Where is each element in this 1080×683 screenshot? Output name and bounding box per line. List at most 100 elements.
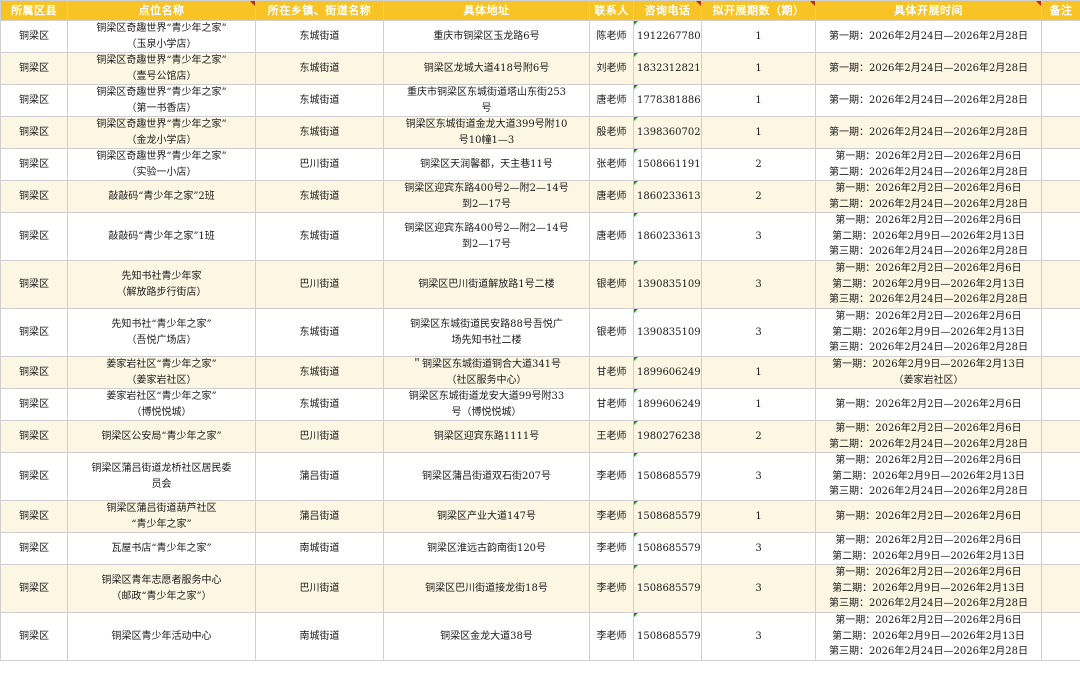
cell-point-name[interactable]: 铜梁区奇趣世界“青少年之家” （第一书香店） xyxy=(67,84,256,117)
cell-periods[interactable]: 3 xyxy=(701,260,816,309)
cell-phone[interactable]: 18602336135 xyxy=(633,212,702,261)
cell-point-name[interactable]: 敲敲码“青少年之家”2班 xyxy=(67,180,256,213)
cell-point-name[interactable]: 姜家岩社区“青少年之家” （姜家岩社区） xyxy=(67,356,256,389)
cell-point-name[interactable]: 敲敲码“青少年之家”1班 xyxy=(67,212,256,261)
cell-address[interactable]: 铜梁区淮远古韵南街120号 xyxy=(383,532,590,565)
cell-periods[interactable]: 2 xyxy=(701,420,816,453)
cell-district[interactable]: 铜梁区 xyxy=(0,420,68,453)
cell-phone[interactable]: 18602336135 xyxy=(633,180,702,213)
cell-district[interactable]: 铜梁区 xyxy=(0,116,68,149)
cell-note[interactable] xyxy=(1041,308,1080,357)
cell-district[interactable]: 铜梁区 xyxy=(0,260,68,309)
cell-times[interactable]: 第一期：2026年2月9日—2026年2月13日 （姜家岩社区） xyxy=(815,356,1042,389)
cell-phone[interactable]: 15086855799 xyxy=(633,532,702,565)
cell-point-name[interactable]: 姜家岩社区“青少年之家” （博悦悦城） xyxy=(67,388,256,421)
cell-district[interactable]: 铜梁区 xyxy=(0,500,68,533)
cell-address[interactable]: 铜梁区蒲吕街道双石街207号 xyxy=(383,452,590,501)
col-header-street[interactable]: 所在乡镇、街道名称 xyxy=(255,0,384,21)
cell-periods[interactable]: 3 xyxy=(701,532,816,565)
cell-phone[interactable]: 15086855799 xyxy=(633,500,702,533)
cell-district[interactable]: 铜梁区 xyxy=(0,532,68,565)
cell-point-name[interactable]: 铜梁区青年志愿者服务中心 （邮政“青少年之家”） xyxy=(67,564,256,613)
cell-street[interactable]: 南城街道 xyxy=(255,532,384,565)
cell-times[interactable]: 第一期：2026年2月24日—2026年2月28日 xyxy=(815,116,1042,149)
cell-note[interactable] xyxy=(1041,116,1080,149)
cell-note[interactable] xyxy=(1041,500,1080,533)
cell-contact[interactable]: 李老师 xyxy=(589,452,634,501)
col-header-district[interactable]: 所属区县 xyxy=(0,0,68,21)
cell-periods[interactable]: 2 xyxy=(701,148,816,181)
cell-phone[interactable]: 18996062491 xyxy=(633,356,702,389)
cell-phone[interactable]: 13908351090 xyxy=(633,260,702,309)
cell-periods[interactable]: 3 xyxy=(701,452,816,501)
cell-street[interactable]: 巴川街道 xyxy=(255,564,384,613)
cell-note[interactable] xyxy=(1041,356,1080,389)
cell-street[interactable]: 东城街道 xyxy=(255,356,384,389)
cell-point-name[interactable]: 铜梁区蒲吕街道龙桥社区居民委 员会 xyxy=(67,452,256,501)
cell-contact[interactable]: 银老师 xyxy=(589,308,634,357)
cell-district[interactable]: 铜梁区 xyxy=(0,212,68,261)
cell-note[interactable] xyxy=(1041,532,1080,565)
cell-contact[interactable]: 陈老师 xyxy=(589,20,634,53)
cell-address[interactable]: 铜梁区东城街道金龙大道399号附10 号10幢1—3 xyxy=(383,116,590,149)
cell-note[interactable] xyxy=(1041,260,1080,309)
cell-street[interactable]: 蒲吕街道 xyxy=(255,500,384,533)
cell-address[interactable]: 铜梁区产业大道147号 xyxy=(383,500,590,533)
cell-district[interactable]: 铜梁区 xyxy=(0,148,68,181)
cell-point-name[interactable]: 铜梁区公安局“青少年之家” xyxy=(67,420,256,453)
cell-contact[interactable]: 李老师 xyxy=(589,564,634,613)
cell-periods[interactable]: 1 xyxy=(701,500,816,533)
cell-phone[interactable]: 13983607020 xyxy=(633,116,702,149)
cell-times[interactable]: 第一期：2026年2月2日—2026年2月6日 第二期：2026年2月9日—202… xyxy=(815,308,1042,357)
cell-periods[interactable]: 1 xyxy=(701,388,816,421)
cell-street[interactable]: 巴川街道 xyxy=(255,420,384,453)
cell-periods[interactable]: 3 xyxy=(701,612,816,661)
cell-point-name[interactable]: 铜梁区奇趣世界“青少年之家” （实验一小店） xyxy=(67,148,256,181)
cell-times[interactable]: 第一期：2026年2月2日—2026年2月6日 第二期：2026年2月9日—202… xyxy=(815,564,1042,613)
cell-periods[interactable]: 3 xyxy=(701,212,816,261)
cell-phone[interactable]: 15086855799 xyxy=(633,612,702,661)
cell-contact[interactable]: 李老师 xyxy=(589,532,634,565)
cell-note[interactable] xyxy=(1041,420,1080,453)
cell-district[interactable]: 铜梁区 xyxy=(0,356,68,389)
cell-street[interactable]: 东城街道 xyxy=(255,20,384,53)
cell-point-name[interactable]: 先知书社青少年家 （解放路步行街店） xyxy=(67,260,256,309)
cell-times[interactable]: 第一期：2026年2月2日—2026年2月6日 第二期：2026年2月9日—202… xyxy=(815,452,1042,501)
cell-district[interactable]: 铜梁区 xyxy=(0,84,68,117)
cell-contact[interactable]: 王老师 xyxy=(589,420,634,453)
cell-street[interactable]: 东城街道 xyxy=(255,212,384,261)
cell-phone[interactable]: 17783818860 xyxy=(633,84,702,117)
cell-periods[interactable]: 1 xyxy=(701,52,816,85)
cell-address[interactable]: 铜梁区龙城大道418号附6号 xyxy=(383,52,590,85)
cell-note[interactable] xyxy=(1041,212,1080,261)
cell-times[interactable]: 第一期：2026年2月2日—2026年2月6日 第二期：2026年2月9日—202… xyxy=(815,260,1042,309)
cell-phone[interactable]: 15086855799 xyxy=(633,564,702,613)
cell-contact[interactable]: 殷老师 xyxy=(589,116,634,149)
cell-contact[interactable]: 唐老师 xyxy=(589,212,634,261)
cell-times[interactable]: 第一期：2026年2月2日—2026年2月6日 第二期：2026年2月24日—20… xyxy=(815,148,1042,181)
col-header-phone[interactable]: 咨询电话 xyxy=(633,0,702,21)
cell-point-name[interactable]: 铜梁区青少年活动中心 xyxy=(67,612,256,661)
cell-contact[interactable]: 银老师 xyxy=(589,260,634,309)
cell-point-name[interactable]: 铜梁区奇趣世界“青少年之家” （玉泉小学店） xyxy=(67,20,256,53)
cell-street[interactable]: 巴川街道 xyxy=(255,260,384,309)
cell-district[interactable]: 铜梁区 xyxy=(0,452,68,501)
cell-times[interactable]: 第一期：2026年2月2日—2026年2月6日 第二期：2026年2月9日—202… xyxy=(815,532,1042,565)
cell-note[interactable] xyxy=(1041,148,1080,181)
cell-street[interactable]: 东城街道 xyxy=(255,388,384,421)
cell-address[interactable]: 铜梁区巴川街道接龙街18号 xyxy=(383,564,590,613)
cell-note[interactable] xyxy=(1041,180,1080,213)
cell-address[interactable]: 重庆市铜梁区东城街道塔山东街253 号 xyxy=(383,84,590,117)
cell-phone[interactable]: 15086855799 xyxy=(633,452,702,501)
cell-address[interactable]: 铜梁区天润馨都，天主巷11号 xyxy=(383,148,590,181)
cell-street[interactable]: 东城街道 xyxy=(255,52,384,85)
cell-times[interactable]: 第一期：2026年2月24日—2026年2月28日 xyxy=(815,84,1042,117)
cell-street[interactable]: 东城街道 xyxy=(255,308,384,357)
cell-times[interactable]: 第一期：2026年2月2日—2026年2月6日 xyxy=(815,388,1042,421)
cell-periods[interactable]: 3 xyxy=(701,308,816,357)
cell-periods[interactable]: 1 xyxy=(701,20,816,53)
cell-address[interactable]: 铜梁区东城街道民安路88号吾悦广 场先知书社二楼 xyxy=(383,308,590,357)
cell-times[interactable]: 第一期：2026年2月24日—2026年2月28日 xyxy=(815,52,1042,85)
cell-address[interactable]: 铜梁区东城街道龙安大道99号附33 号（博悦悦城） xyxy=(383,388,590,421)
cell-phone[interactable]: 13908351090 xyxy=(633,308,702,357)
